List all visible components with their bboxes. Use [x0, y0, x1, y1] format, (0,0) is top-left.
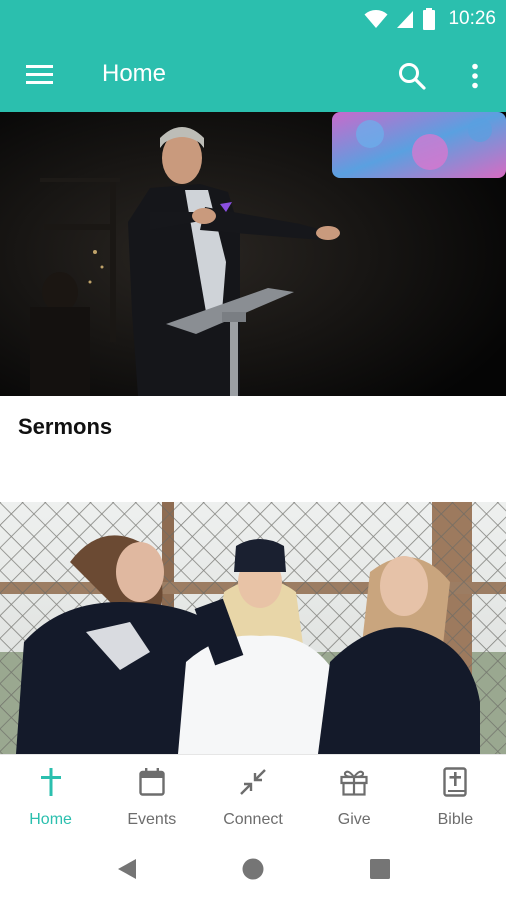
recents-icon [370, 859, 390, 879]
back-icon [118, 859, 136, 879]
nav-label-bible: Bible [437, 811, 474, 828]
sermons-image [0, 112, 506, 396]
cross-icon [36, 767, 66, 797]
gift-icon [339, 767, 369, 797]
calendar-icon [137, 767, 167, 797]
nav-item-events[interactable]: Events [101, 755, 202, 836]
menu-icon [26, 65, 53, 84]
page-title: Home [102, 60, 167, 87]
bottom-navigation: Home Events Connect Give Bible [0, 754, 506, 836]
card-title: Sermons [18, 414, 113, 439]
nav-label-home: Home [29, 811, 72, 828]
battery-icon [423, 8, 436, 30]
nav-item-home[interactable]: Home [0, 755, 101, 836]
more-vert-icon [472, 63, 478, 89]
bible-icon [440, 767, 470, 797]
content-feed[interactable]: Sermons [0, 112, 506, 754]
app-bar: Home [0, 38, 506, 112]
youth-card[interactable] [0, 502, 506, 754]
recents-button[interactable] [365, 854, 395, 884]
nav-item-bible[interactable]: Bible [405, 755, 506, 836]
system-navigation-bar [0, 836, 506, 900]
search-icon [399, 63, 426, 90]
youth-photo [0, 502, 506, 754]
more-options-button[interactable] [458, 56, 492, 96]
nav-label-events: Events [127, 811, 177, 828]
menu-button[interactable] [16, 56, 64, 92]
nav-item-connect[interactable]: Connect [202, 755, 303, 836]
collapse-arrows-icon [238, 767, 268, 797]
home-circle-icon [242, 858, 264, 880]
status-bar: 10:26 [0, 0, 506, 38]
preacher-photo [0, 112, 506, 396]
status-icons: 10:26 [364, 6, 496, 32]
search-button[interactable] [392, 56, 432, 96]
nav-item-give[interactable]: Give [304, 755, 405, 836]
wifi-icon [364, 10, 388, 28]
home-button[interactable] [238, 854, 268, 884]
signal-icon [397, 11, 414, 28]
nav-label-connect: Connect [223, 811, 283, 828]
back-button[interactable] [112, 854, 142, 884]
youth-image [0, 502, 506, 754]
status-time: 10:26 [448, 8, 496, 29]
nav-label-give: Give [337, 811, 371, 828]
sermons-card[interactable]: Sermons [0, 112, 506, 502]
